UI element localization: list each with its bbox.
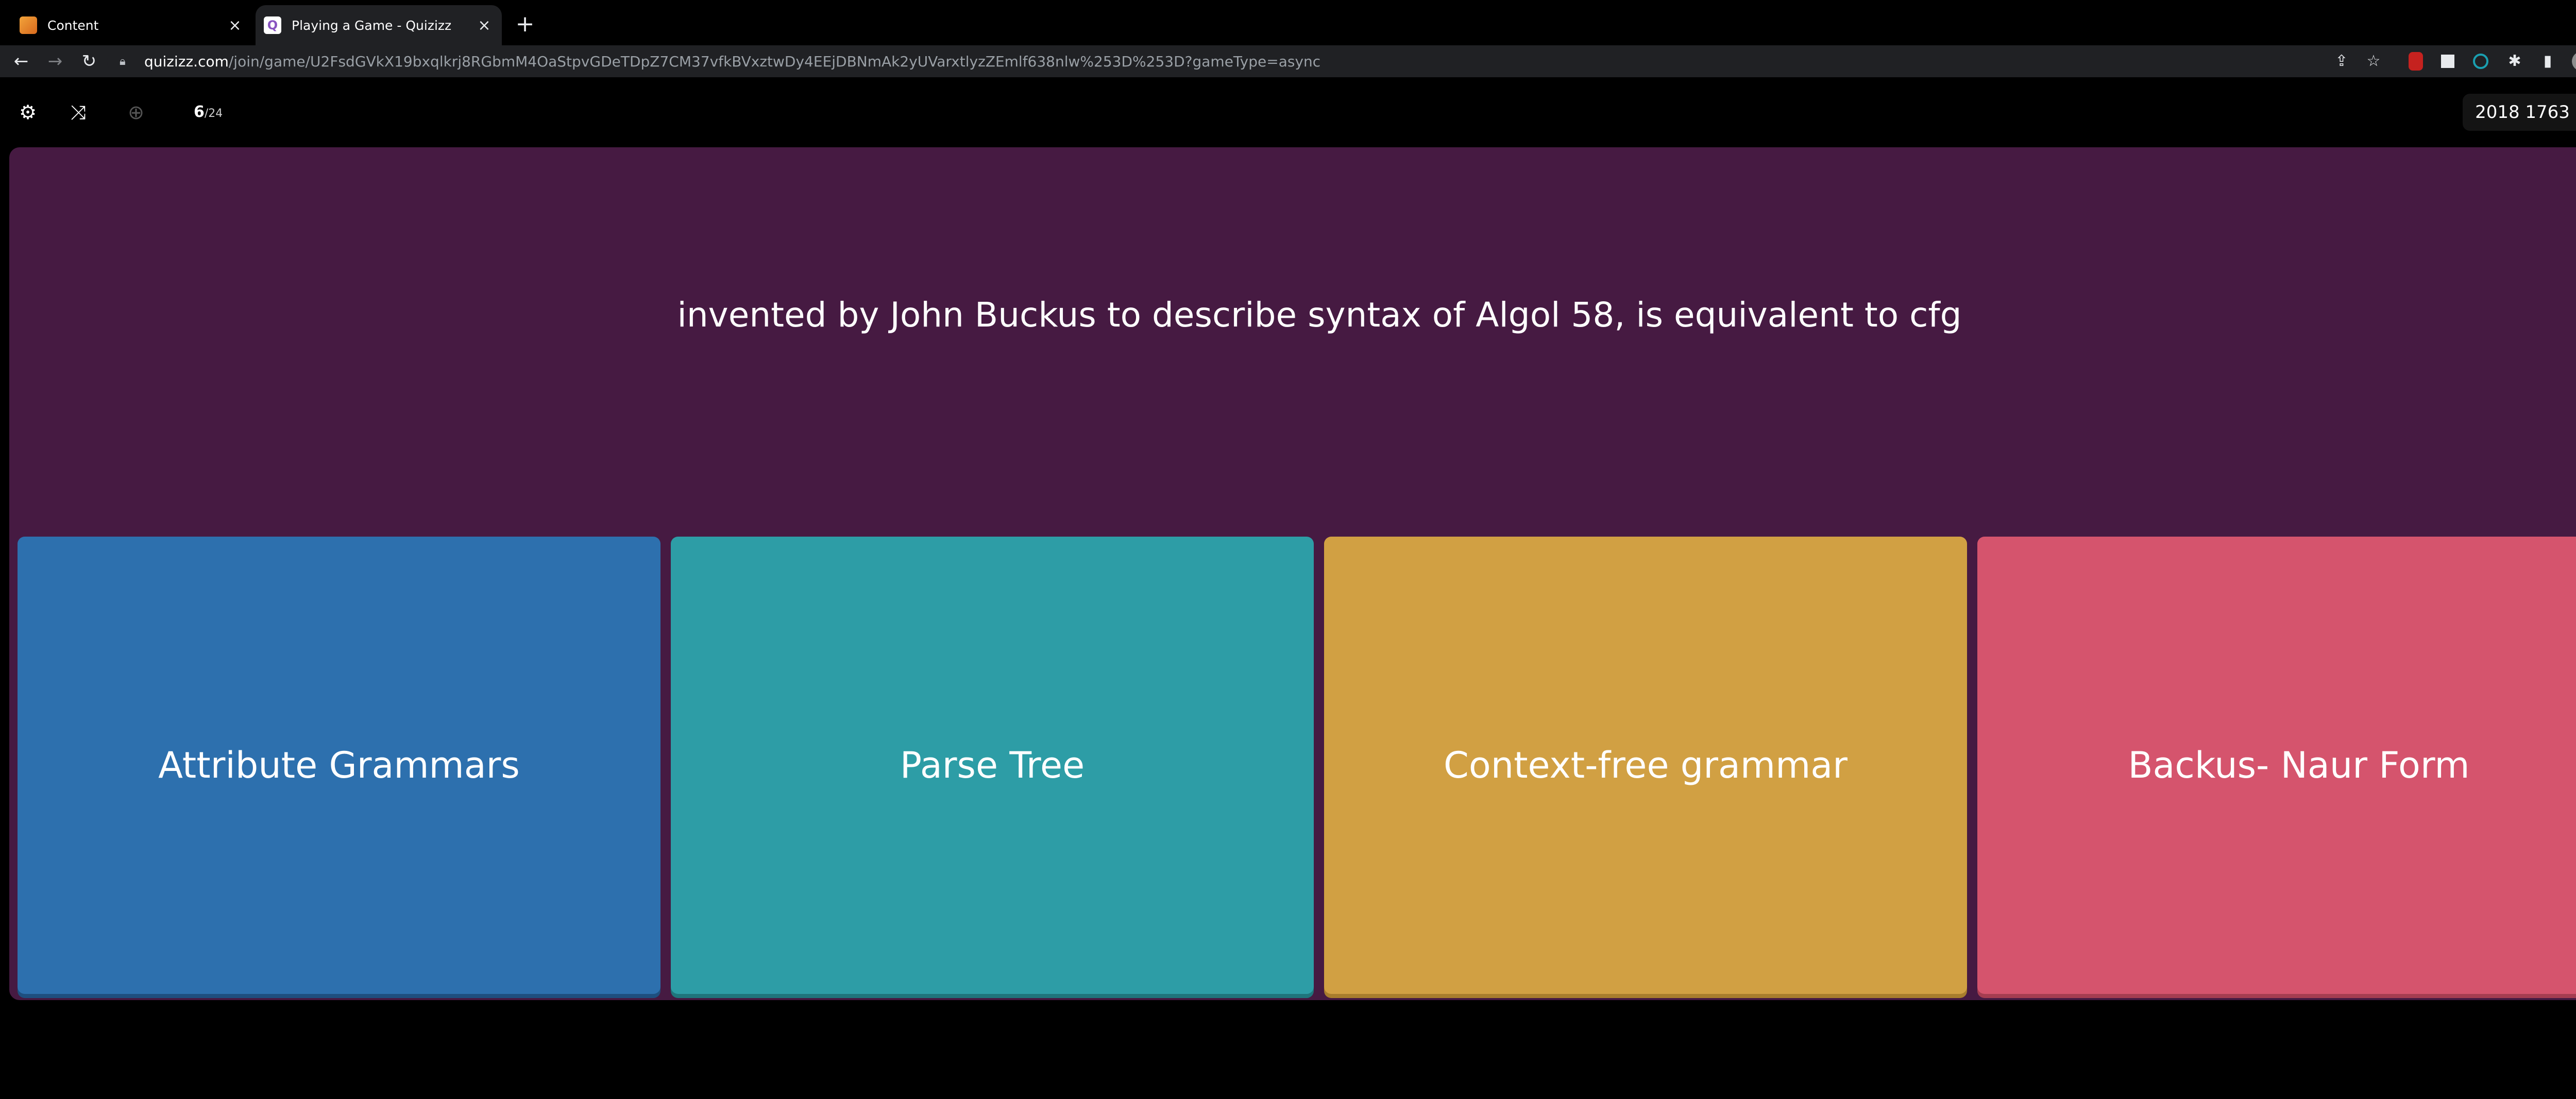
close-icon[interactable]: × <box>224 16 246 35</box>
question-index: 6 <box>194 103 205 121</box>
question-panel: invented by John Buckus to describe synt… <box>9 147 2576 1000</box>
crossed-arrows-icon[interactable]: ⤨ <box>64 98 93 127</box>
content-favicon-icon <box>20 16 37 34</box>
answer-label: Attribute Grammars <box>158 744 520 786</box>
close-icon[interactable]: × <box>473 16 496 35</box>
tab-content[interactable]: Content × <box>11 5 252 45</box>
reload-icon[interactable]: ↻ <box>77 49 101 73</box>
gear-icon[interactable]: ⚙ <box>13 98 42 127</box>
answer-option-1[interactable]: Attribute Grammars <box>18 537 660 994</box>
tab-quizizz[interactable]: Q Playing a Game - Quizizz × <box>256 5 502 45</box>
answer-label: Context-free grammar <box>1444 744 1848 786</box>
answer-option-3[interactable]: Context-free grammar <box>1324 537 1967 994</box>
browser-tab-strip: Content × Q Playing a Game - Quizizz × +… <box>0 0 2576 45</box>
score-display: 2018 1763 <box>2463 94 2576 131</box>
puzzle-icon[interactable]: ✱ <box>2504 50 2526 72</box>
extension-red-icon[interactable] <box>2405 50 2427 72</box>
question-counter: 6/24 <box>194 103 223 121</box>
answer-label: Backus- Naur Form <box>2128 744 2470 786</box>
tab-title: Playing a Game - Quizizz <box>292 18 452 33</box>
url-host: quizizz.com <box>144 53 229 70</box>
quizizz-favicon-icon: Q <box>264 16 281 34</box>
answer-option-4[interactable]: Backus- Naur Form <box>1977 537 2576 994</box>
url-path: /join/game/U2FsdGVkX19bxqlkrj8RGbmM4OaSt… <box>228 53 1321 70</box>
answer-option-2[interactable]: Parse Tree <box>671 537 1314 994</box>
side-panel-icon[interactable]: ▮ <box>2537 50 2558 72</box>
extension-grey-icon[interactable] <box>2437 50 2459 72</box>
share-icon[interactable]: ⇪ <box>2331 50 2352 72</box>
forward-arrow-icon[interactable]: → <box>43 49 67 73</box>
game-top-bar: ⚙ ⤨ ⊕ 6/24 2018 1763 ⛶ <box>0 77 2576 147</box>
extension-teal-icon[interactable] <box>2470 50 2492 72</box>
lock-icon: 🔒︎ <box>120 55 126 68</box>
back-arrow-icon[interactable]: ← <box>9 49 33 73</box>
tab-title: Content <box>47 18 99 33</box>
bookmark-star-icon[interactable]: ☆ <box>2363 50 2384 72</box>
question-text: invented by John Buckus to describe synt… <box>677 295 1962 335</box>
zoom-in-icon[interactable]: ⊕ <box>122 98 150 127</box>
new-tab-icon[interactable]: + <box>512 11 538 37</box>
browser-toolbar: ← → ↻ 🔒︎ quizizz.com /join/game/U2FsdGVk… <box>0 45 2576 77</box>
answer-label: Parse Tree <box>900 744 1085 786</box>
address-bar[interactable]: 🔒︎ quizizz.com /join/game/U2FsdGVkX19bxq… <box>107 48 2364 74</box>
question-total: /24 <box>204 107 223 120</box>
avatar[interactable] <box>2571 50 2576 72</box>
